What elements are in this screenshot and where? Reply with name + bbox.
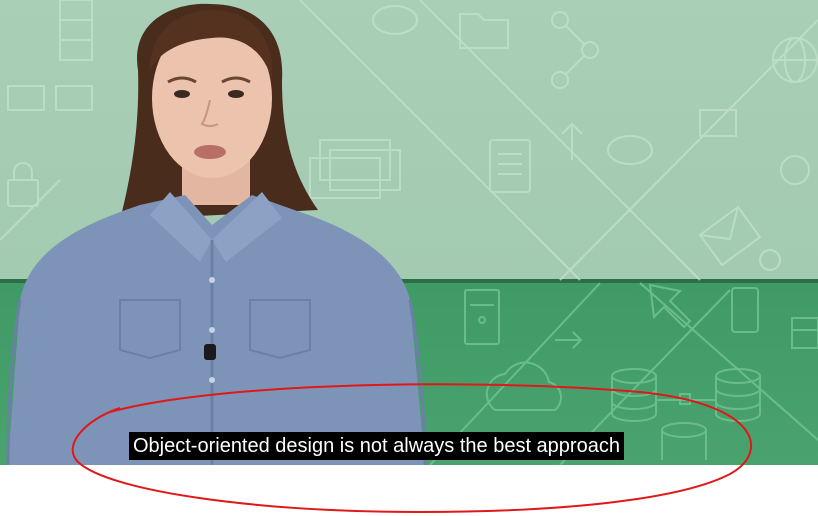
microphone [204, 344, 216, 360]
presenter [6, 3, 427, 465]
video-player[interactable]: Object-oriented design is not always the… [0, 0, 818, 465]
video-caption: Object-oriented design is not always the… [129, 432, 624, 460]
